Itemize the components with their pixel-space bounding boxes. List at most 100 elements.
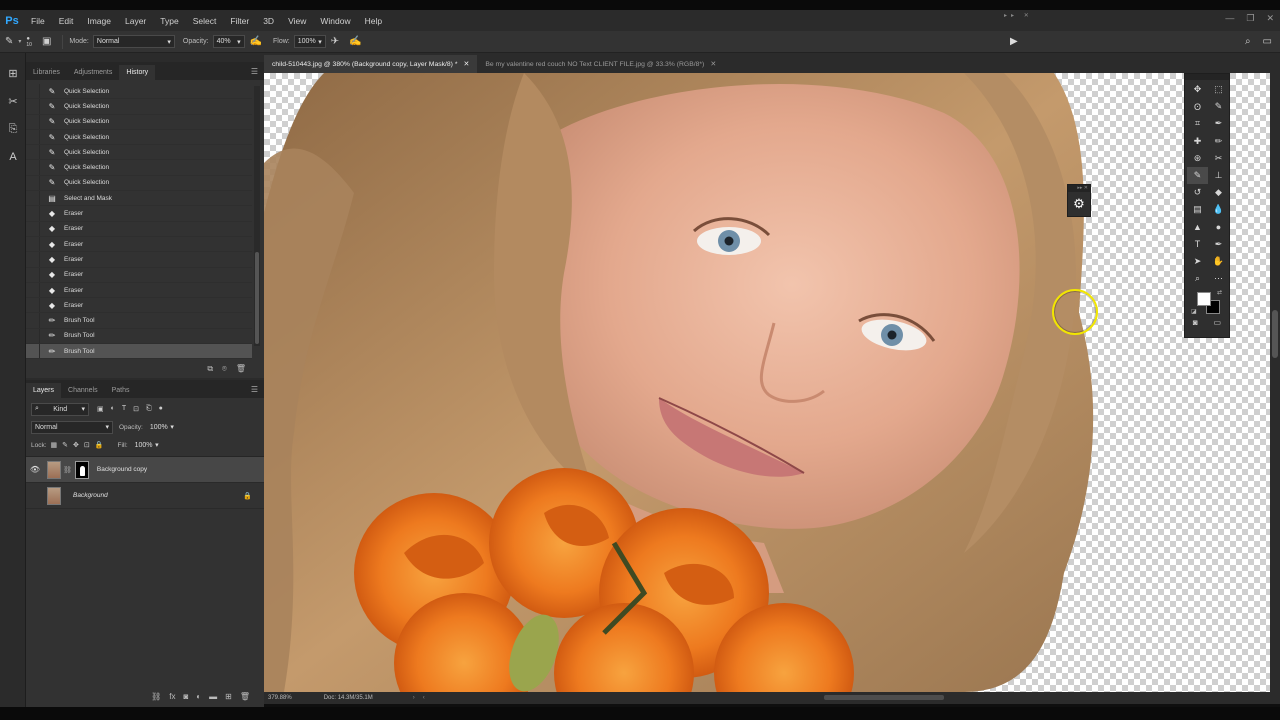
marquee-tool-icon[interactable]: ⬚: [1208, 81, 1229, 98]
lasso-tool-icon[interactable]: ʘ: [1187, 98, 1208, 115]
trash-icon[interactable]: 🗑: [240, 692, 250, 701]
eyedropper-tool-icon[interactable]: ✒: [1208, 115, 1229, 132]
history-source-checkbox[interactable]: [26, 313, 40, 328]
brush-preset-dropdown-icon[interactable]: ▾: [18, 38, 21, 45]
shape-filter-icon[interactable]: ⊡: [133, 405, 139, 413]
menu-file[interactable]: File: [24, 16, 52, 26]
panel-menu-icon[interactable]: ☰: [251, 67, 258, 76]
history-source-checkbox[interactable]: [26, 344, 40, 359]
history-source-checkbox[interactable]: [26, 267, 40, 282]
properties-panel-icon[interactable]: ⎘: [0, 115, 26, 143]
layer-style-fx-icon[interactable]: fx: [169, 692, 175, 701]
history-source-checkbox[interactable]: [26, 145, 40, 160]
healing-brush-tool-icon[interactable]: ✚: [1187, 133, 1208, 150]
tab-paths[interactable]: Paths: [105, 387, 137, 398]
add-mask-icon[interactable]: ◙: [183, 692, 188, 701]
history-item[interactable]: ✏ Brush Tool: [26, 313, 252, 329]
lock-image-icon[interactable]: ✎: [62, 441, 68, 449]
new-layer-icon[interactable]: ⊞: [225, 692, 232, 701]
foreground-color-swatch[interactable]: [1197, 292, 1211, 307]
pressure-size-icon[interactable]: ✍: [349, 36, 361, 47]
menu-image[interactable]: Image: [80, 16, 118, 26]
more-tools-icon[interactable]: ⋯: [1208, 270, 1229, 287]
workspace-icon[interactable]: ▭: [1263, 36, 1272, 47]
close-icon[interactable]: ✕: [463, 60, 469, 68]
blur-tool-icon[interactable]: 💧: [1208, 201, 1229, 218]
history-item[interactable]: ✎ Quick Selection: [26, 160, 252, 176]
adjustment-layer-icon[interactable]: ◐: [196, 692, 201, 701]
lock-transparent-icon[interactable]: ▦: [51, 441, 58, 449]
history-item[interactable]: ✎ Quick Selection: [26, 114, 252, 130]
brush-size-picker[interactable]: ● 10: [26, 36, 32, 48]
layer-row-background-copy[interactable]: 👁 ⛓ Background copy: [26, 457, 264, 483]
brush-panel-toggle-icon[interactable]: ▣: [42, 36, 51, 47]
menu-filter[interactable]: Filter: [223, 16, 256, 26]
document-canvas[interactable]: [264, 73, 1270, 692]
history-source-checkbox[interactable]: [26, 99, 40, 114]
pixel-filter-icon[interactable]: ▣: [97, 405, 104, 413]
doc-tab-active[interactable]: child-510443.jpg @ 380% (Background copy…: [264, 55, 478, 73]
lock-artboard-icon[interactable]: ⊡: [84, 441, 90, 449]
layer-mask-thumbnail[interactable]: [74, 460, 89, 479]
history-item[interactable]: ◆ Eraser: [26, 298, 252, 314]
fill-field[interactable]: 100% ▾: [132, 439, 162, 452]
history-item[interactable]: ✎ Quick Selection: [26, 99, 252, 115]
zoom-level[interactable]: 379.88%: [268, 695, 292, 701]
history-item[interactable]: ✎ Quick Selection: [26, 84, 252, 100]
brush-settings-gear-icon[interactable]: ⚙: [1068, 192, 1090, 216]
airbrush-icon[interactable]: ✈: [331, 36, 339, 47]
history-source-checkbox[interactable]: [26, 236, 40, 252]
content-aware-move-icon[interactable]: ✂: [1208, 150, 1229, 167]
mode-select[interactable]: Normal ▾: [92, 35, 175, 48]
tab-adjustments[interactable]: Adjustments: [67, 69, 120, 80]
history-source-checkbox[interactable]: [26, 175, 40, 191]
history-source-checkbox[interactable]: [26, 206, 40, 221]
history-item[interactable]: ✏ Brush Tool: [26, 328, 252, 345]
blend-mode-select[interactable]: Normal ▾: [31, 420, 113, 434]
scroll-left-icon[interactable]: ‹: [423, 695, 425, 701]
history-item[interactable]: ◆ Eraser: [26, 236, 252, 253]
history-item[interactable]: ✎ Quick Selection: [26, 129, 252, 146]
close-icon[interactable]: ✕: [710, 60, 716, 68]
history-source-checkbox[interactable]: [26, 191, 40, 206]
dodge-tool-icon[interactable]: ●: [1208, 219, 1229, 236]
history-source-checkbox[interactable]: [26, 84, 40, 99]
history-item[interactable]: ✎ Quick Selection: [26, 175, 252, 192]
history-source-checkbox[interactable]: [26, 129, 40, 145]
new-document-from-state-icon[interactable]: ⧉: [207, 364, 213, 378]
pen-tool-icon[interactable]: ✒: [1208, 236, 1229, 253]
path-selection-tool-icon[interactable]: ➤: [1187, 253, 1208, 270]
smart-object-filter-icon[interactable]: ⎗: [146, 405, 152, 413]
history-item[interactable]: ◆ Eraser: [26, 282, 252, 299]
patch-tool-icon[interactable]: ⊛: [1187, 150, 1208, 167]
mask-link-icon[interactable]: ⛓: [63, 466, 72, 474]
restore-icon[interactable]: ❐: [1246, 13, 1254, 24]
crop-tool-icon[interactable]: ⌗: [1187, 115, 1208, 132]
history-brush-tool-icon[interactable]: ↺: [1187, 184, 1208, 201]
filter-toggle-icon[interactable]: ●: [159, 405, 163, 413]
vertical-scrollbar[interactable]: [1270, 73, 1280, 692]
history-source-checkbox[interactable]: [26, 252, 40, 267]
history-source-checkbox[interactable]: [26, 114, 40, 129]
brush-tool-icon[interactable]: ✎: [1187, 166, 1208, 185]
history-item[interactable]: ✏ Brush Tool: [26, 344, 252, 360]
panel-collapse-icon[interactable]: ▸▸ ✕: [1004, 12, 1033, 19]
menu-view[interactable]: View: [281, 16, 313, 26]
opacity-field[interactable]: 40% ▾: [212, 35, 245, 48]
search-icon[interactable]: ⌕: [1245, 36, 1251, 47]
libraries-panel-icon[interactable]: ⊞: [0, 59, 26, 87]
menu-type[interactable]: Type: [153, 16, 185, 26]
history-item[interactable]: ◆ Eraser: [26, 267, 252, 283]
quick-selection-tool-icon[interactable]: ✎: [1208, 98, 1229, 115]
quick-mask-icon[interactable]: ◙: [1193, 318, 1198, 327]
history-scroll-thumb[interactable]: [255, 252, 259, 344]
history-item[interactable]: ▤ Select and Mask: [26, 191, 252, 207]
swap-colors-icon[interactable]: ⇄: [1217, 289, 1222, 296]
brush-alt-tool-icon[interactable]: ✏: [1208, 133, 1229, 150]
tab-layers[interactable]: Layers: [26, 383, 62, 398]
default-colors-icon[interactable]: ◪: [1191, 308, 1197, 315]
horizontal-scroll-thumb[interactable]: [824, 695, 944, 700]
character-panel-icon[interactable]: A: [0, 143, 26, 171]
history-source-checkbox[interactable]: [26, 160, 40, 175]
tab-channels[interactable]: Channels: [61, 387, 105, 398]
